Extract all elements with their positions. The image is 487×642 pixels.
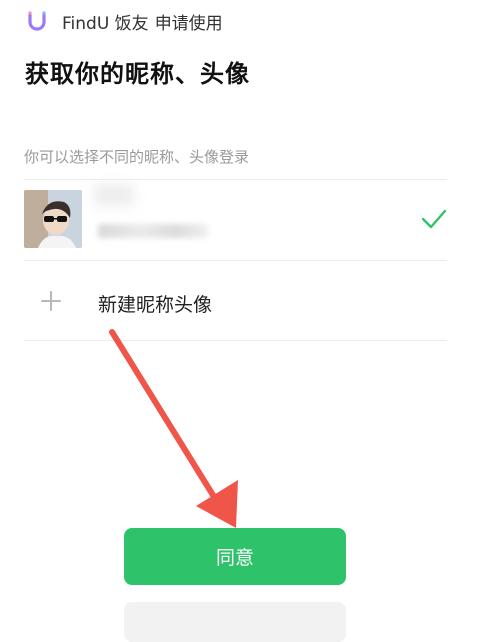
app-header: FindU 饭友 申请使用	[26, 8, 223, 34]
divider	[24, 340, 447, 341]
app-name: FindU 饭友 申请使用	[62, 9, 223, 34]
new-profile-row[interactable]: 新建昵称头像	[24, 262, 447, 340]
agree-button[interactable]: 同意	[124, 528, 346, 585]
blurred-nickname	[98, 224, 208, 238]
checkmark-icon	[421, 209, 447, 229]
divider	[24, 260, 447, 261]
secondary-button[interactable]	[124, 602, 346, 642]
page-title: 获取你的昵称、头像	[25, 60, 250, 88]
avatar	[24, 190, 82, 248]
request-label: 申请使用	[154, 13, 223, 34]
new-profile-label: 新建昵称头像	[98, 294, 213, 316]
plus-icon	[41, 291, 61, 311]
account-option-row[interactable]	[24, 180, 447, 260]
app-name-text: FindU 饭友	[62, 13, 149, 34]
blurred-nickname-top	[94, 184, 134, 206]
findu-logo-icon	[28, 11, 46, 31]
page-subtitle: 你可以选择不同的昵称、头像登录	[24, 148, 250, 166]
